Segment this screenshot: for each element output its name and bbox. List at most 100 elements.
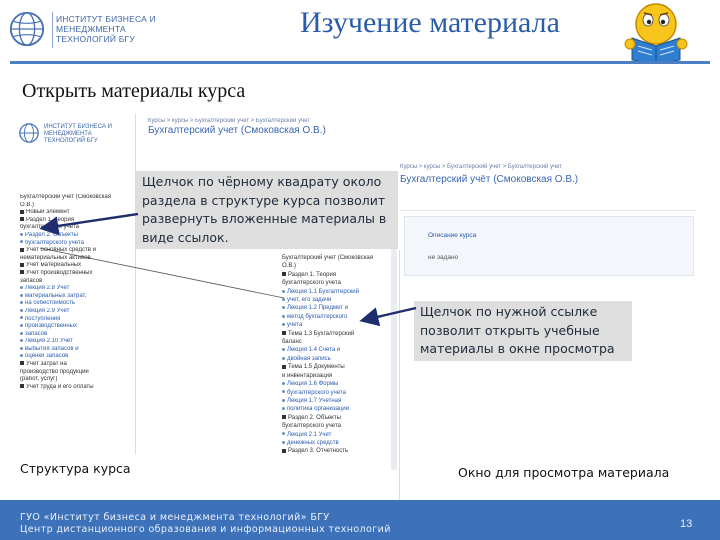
tree-link[interactable]: поступления <box>20 316 132 324</box>
tree-item-label: поступления <box>25 315 61 322</box>
tree-link[interactable]: Лекция 1.6 Формы <box>282 380 396 388</box>
bullet-icon <box>282 382 285 386</box>
expand-square-icon[interactable] <box>20 384 24 389</box>
bullet-icon <box>20 316 23 320</box>
tree-item-label: Учет затрат на <box>26 361 67 368</box>
institute-logo: Институт бизнеса и менеджмента технологи… <box>8 10 158 50</box>
tree-item[interactable]: Учет труда и его оплаты <box>20 384 132 392</box>
expand-square-icon[interactable] <box>20 262 24 267</box>
expand-square-icon[interactable] <box>282 415 286 420</box>
tree-link[interactable]: Лекция 1.7 Учетная <box>282 397 396 405</box>
tree-item: производство продукции <box>20 369 132 377</box>
tree-item[interactable]: Раздел 1. Теория <box>282 271 396 279</box>
tree-link[interactable]: политика организации <box>282 405 396 413</box>
tree-item-label: Учет труда и его оплаты <box>26 383 94 390</box>
tree-link[interactable]: метод бухгалтерского <box>282 313 396 321</box>
tree-item-label: Учет производственных <box>26 269 93 276</box>
tree-link[interactable]: на себестоимость <box>20 300 132 308</box>
tree-item: и инвентаризация <box>282 372 396 380</box>
bullet-icon <box>20 331 23 335</box>
bullet-icon <box>282 323 285 327</box>
bullet-icon <box>282 398 285 402</box>
tree-item-label: Раздел 1. Теория <box>26 216 75 223</box>
viewer-tree-sidebar: Бухгалтерский учет (Смоковская О.В.) Разде… <box>276 250 400 500</box>
bullet-icon <box>20 346 23 350</box>
tree-item: бухгалтерского учета <box>282 279 396 287</box>
expand-square-icon[interactable] <box>282 331 286 336</box>
caption-course-structure: Структура курса <box>20 461 131 476</box>
tree-link[interactable]: двойная запись <box>282 355 396 363</box>
tree-link[interactable]: Лекция 1.2 Предмет и <box>282 304 396 312</box>
course-description-link[interactable]: Описание курса <box>428 232 476 239</box>
tree-link[interactable]: запасов <box>20 331 132 339</box>
tree-item[interactable]: Учет производственных <box>20 270 132 278</box>
reading-smiley-icon <box>624 3 688 64</box>
tree-link[interactable]: выбытия запасов и <box>20 346 132 354</box>
logo-divider <box>52 12 53 48</box>
tree-item-label: на себестоимость <box>25 300 75 307</box>
breadcrumb[interactable]: Курсы > курсы > Бухгалтерский учет > Бух… <box>148 118 398 124</box>
tree-item-label: Лекция 2.9 Учет <box>25 307 70 314</box>
mini-logo-text: Институт бизнеса и менеджмента технологи… <box>44 124 112 144</box>
tree-item: баланс <box>282 338 396 346</box>
tree-item-label: Тема 1.3 Бухгалтерский <box>288 330 355 337</box>
open-link-hint: Щелчок по нужной ссылке позволит открыть… <box>414 301 632 361</box>
tree-item-label: Лекция 1.2 Предмет и <box>287 305 348 312</box>
expand-square-icon[interactable] <box>20 209 24 214</box>
footer-line-2: Центр дистанционного образования и инфор… <box>20 524 391 535</box>
tree-link[interactable]: Лекция 2.1 Учет <box>282 431 396 439</box>
tree-item-label: О.В.) <box>282 263 297 270</box>
tree-link[interactable]: Раздел 2. Объекты <box>20 232 132 240</box>
expand-square-icon[interactable] <box>20 361 24 366</box>
tree-item[interactable]: Тема 1.5 Документы <box>282 363 396 371</box>
bullet-icon <box>20 324 23 328</box>
viewer-course-tree: Бухгалтерский учет (Смоковская О.В.) Разде… <box>282 254 396 456</box>
tree-item-label: Лекция 1.6 Формы <box>287 381 339 388</box>
bullet-icon <box>282 407 285 411</box>
tree-link[interactable]: оценки запасов <box>20 353 132 361</box>
tree-item[interactable]: Учет основных средств и <box>20 247 132 255</box>
tree-link[interactable]: учет, его задачи <box>282 296 396 304</box>
expand-square-icon[interactable] <box>20 270 24 275</box>
tree-item-label: Раздел 1. Теория <box>288 271 337 278</box>
expand-square-icon[interactable] <box>20 217 24 222</box>
tree-link[interactable]: Лекция 1.4 Счета и <box>282 346 396 354</box>
expand-square-icon[interactable] <box>282 364 286 369</box>
bullet-icon <box>282 297 285 301</box>
tree-link[interactable]: бухгалтерского учета <box>282 389 396 397</box>
tree-item-label: оценки запасов <box>25 353 69 360</box>
tree-link[interactable]: денежных средств <box>282 439 396 447</box>
course-description-meta: не задано <box>428 254 459 261</box>
tree-item-label: и инвентаризация <box>282 372 333 379</box>
expand-square-icon[interactable] <box>20 247 24 252</box>
tree-link[interactable]: Лекция 2.8 Учет <box>20 285 132 293</box>
bullet-icon <box>20 240 23 244</box>
tree-item-label: Лекция 1.1 Бухгалтерский <box>287 288 359 295</box>
tree-item[interactable]: Тема 1.3 Бухгалтерский <box>282 330 396 338</box>
tree-item-label: Раздел 2. Объекты <box>25 231 78 238</box>
tree-item[interactable]: Раздел 2. Объекты <box>282 414 396 422</box>
tree-item[interactable]: Новый элемент <box>20 209 132 217</box>
tree-item-label: Лекция 2.1 Учет <box>287 431 332 438</box>
tree-link[interactable]: производственных <box>20 323 132 331</box>
tree-item-label: запасов <box>25 330 48 337</box>
tree-link[interactable]: материальных затрат, <box>20 293 132 301</box>
tree-link[interactable]: Лекция 1.1 Бухгалтерский <box>282 288 396 296</box>
tree-item-label: Тема 1.5 Документы <box>288 364 345 371</box>
tree-link[interactable]: учета <box>282 321 396 329</box>
tree-item[interactable]: Учет материальных <box>20 262 132 270</box>
viewer-breadcrumb[interactable]: Курсы > курсы > Бухгалтерский учет > Бух… <box>400 164 562 170</box>
tree-item[interactable]: Учет затрат на <box>20 361 132 369</box>
expand-square-icon[interactable] <box>282 272 286 277</box>
expand-square-icon[interactable] <box>282 448 286 453</box>
tree-item: Бухгалтерский учет (Смоковская <box>20 194 132 202</box>
tree-link[interactable]: бухгалтерского учета <box>20 240 132 248</box>
tree-link[interactable]: Лекция 2.10 Учет <box>20 338 132 346</box>
bullet-icon <box>20 301 23 305</box>
tree-item: О.В.) <box>282 262 396 270</box>
tree-item-label: двойная запись <box>287 355 331 362</box>
tree-item[interactable]: Раздел 3. Отчетность <box>282 447 396 455</box>
tree-link[interactable]: Лекция 2.9 Учет <box>20 308 132 316</box>
tree-item[interactable]: Раздел 1. Теория <box>20 217 132 225</box>
tree-item-label: политика организации <box>287 406 350 413</box>
